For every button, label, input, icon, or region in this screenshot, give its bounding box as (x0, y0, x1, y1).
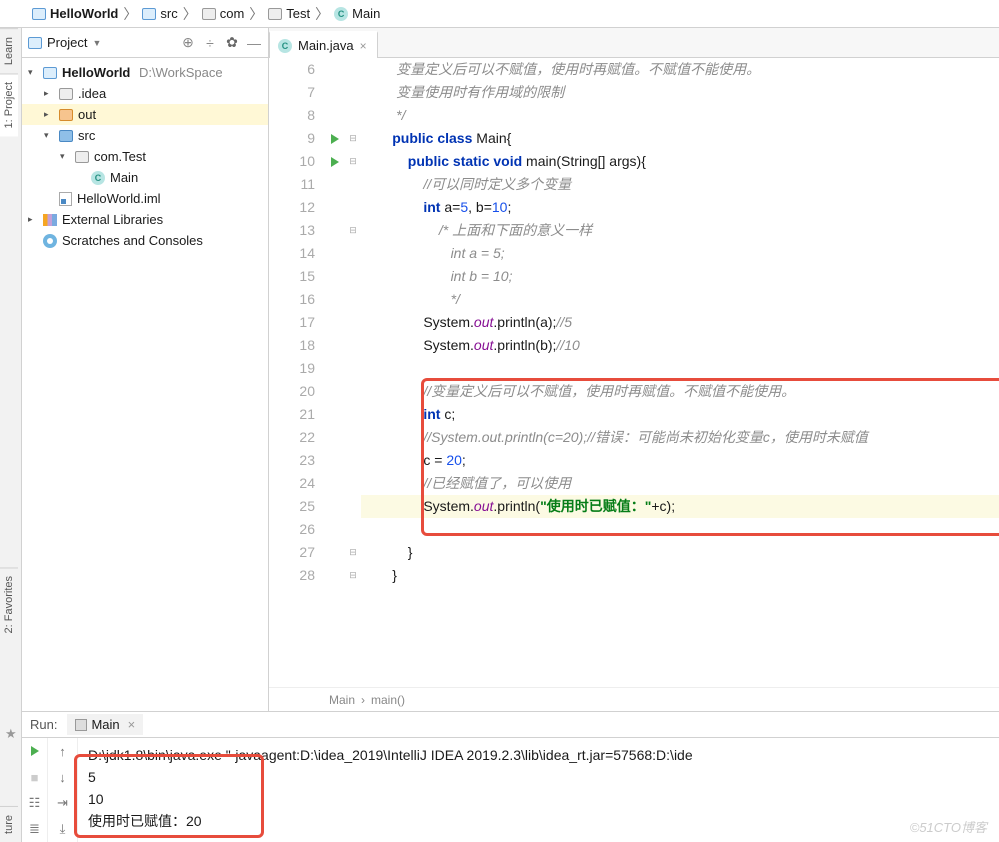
stop-indicator[interactable]: ■ (22, 764, 47, 790)
gear-icon[interactable]: ✿ (224, 35, 240, 51)
left-tool-rail: Learn 1: Project 2: Favorites ★ ture (0, 28, 22, 842)
run-toolbar-left: ■ ☷ ≣ (22, 738, 48, 842)
layout-icon[interactable]: ☷ (22, 790, 47, 816)
tree-node[interactable]: ▸.idea (22, 83, 268, 104)
breadcrumb-item[interactable]: HelloWorld (32, 6, 118, 21)
console-output[interactable]: D:\jdk1.8\bin\java.exe "-javaagent:D:\id… (78, 738, 999, 842)
minimize-icon[interactable]: — (246, 35, 262, 51)
breadcrumb-item[interactable]: src (142, 6, 177, 21)
target-icon[interactable]: ⊕ (180, 35, 196, 51)
divide-icon[interactable]: ÷ (202, 35, 218, 51)
gutter-run-icon[interactable] (331, 134, 339, 144)
debug-icon[interactable]: ≣ (22, 816, 47, 842)
breadcrumb-item[interactable]: com (202, 6, 245, 21)
project-icon (28, 37, 42, 49)
run-button[interactable] (22, 738, 47, 764)
wrap-icon[interactable]: ⇥ (48, 790, 77, 816)
tool-row: Project ▼ ⊕ ÷ ✿ — C Main.java × (22, 28, 999, 58)
tab-favorites[interactable]: 2: Favorites (0, 567, 18, 641)
tab-learn[interactable]: Learn (0, 28, 18, 73)
run-tab-main[interactable]: Main × (67, 714, 143, 735)
code-editor[interactable]: 6789101112131415161718192021222324252627… (269, 58, 999, 687)
close-tab-icon[interactable]: × (360, 39, 367, 53)
tab-project[interactable]: 1: Project (0, 73, 18, 136)
project-panel-label[interactable]: Project ▼ (28, 35, 101, 50)
tree-node[interactable]: ▸External Libraries (22, 209, 268, 230)
run-toolbar-2: ↑ ↓ ⇥ ⤓ (48, 738, 78, 842)
editor-breadcrumb[interactable]: Main›main() (269, 687, 999, 711)
scroll-icon[interactable]: ⤓ (48, 816, 77, 842)
tree-node[interactable]: ▾src (22, 125, 268, 146)
tree-node[interactable]: ▾com.Test (22, 146, 268, 167)
gutter-run-icon[interactable] (331, 157, 339, 167)
java-class-icon: C (278, 39, 292, 53)
breadcrumb-item[interactable]: Test (268, 6, 310, 21)
breadcrumb-item[interactable]: CMain (334, 6, 380, 21)
run-label: Run: (30, 717, 57, 732)
tree-node[interactable]: ▸out (22, 104, 268, 125)
up-icon[interactable]: ↑ (48, 738, 77, 764)
tree-node[interactable]: ▾HelloWorld D:\WorkSpace (22, 62, 268, 83)
watermark: ©51CTO博客 (910, 817, 987, 836)
editor-tab-main[interactable]: C Main.java × (269, 31, 378, 58)
run-panel: Run: Main × ■ ☷ ≣ ↑ ↓ ⇥ ⤓ D:\jdk1.8\ (22, 711, 999, 842)
tab-structure[interactable]: ture (0, 806, 18, 842)
down-icon[interactable]: ↓ (48, 764, 77, 790)
tree-node[interactable]: HelloWorld.iml (22, 188, 268, 209)
breadcrumb: HelloWorld〉src〉com〉Test〉CMain (0, 0, 999, 28)
tree-node[interactable]: CMain (22, 167, 268, 188)
tree-node[interactable]: Scratches and Consoles (22, 230, 268, 251)
project-tree[interactable]: ▾HelloWorld D:\WorkSpace▸.idea▸out▾src▾c… (22, 58, 269, 711)
